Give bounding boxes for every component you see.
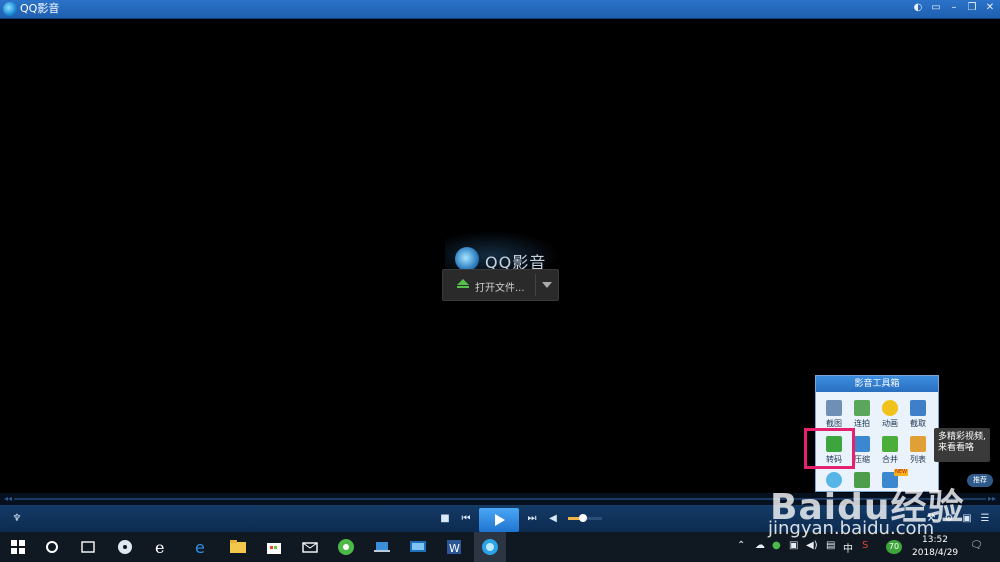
network-icon[interactable]: ▣ [789, 540, 798, 551]
browser-360-icon[interactable] [336, 537, 356, 557]
recommend-tip[interactable]: 多精彩视频,来看看咯 [934, 428, 990, 462]
store-icon[interactable] [264, 537, 284, 557]
laptop-app-icon[interactable] [372, 537, 392, 557]
next-button[interactable]: ⏭ [525, 512, 539, 526]
open-file-label: 打开文件... [475, 283, 525, 294]
smile-icon [882, 400, 898, 416]
volume-icon[interactable]: ◀ [546, 512, 560, 526]
volume-slider[interactable] [568, 514, 602, 522]
stop-button[interactable]: ■ [438, 512, 452, 526]
effects-icon[interactable]: ♆ [10, 512, 24, 526]
file-explorer-icon[interactable] [228, 537, 248, 557]
seek-forward-icon[interactable]: ▸▸ [988, 494, 996, 503]
qq-player-taskbar-icon[interactable] [480, 537, 500, 557]
score-badge[interactable]: 70 [886, 540, 902, 554]
eject-icon [457, 279, 469, 285]
window-title: QQ影音 [20, 2, 60, 15]
film-icon [910, 400, 926, 416]
open-file-dropdown-icon[interactable] [542, 282, 552, 288]
svg-text:e: e [155, 538, 164, 557]
cloud-icon[interactable]: ☁ [755, 540, 765, 551]
ie-icon[interactable]: e [152, 537, 172, 557]
seek-back-icon[interactable]: ◂◂ [4, 494, 12, 503]
volume-tray-icon[interactable]: ◀) [806, 540, 818, 551]
qq-player-logo-icon [3, 2, 17, 16]
security-icon[interactable]: ● [772, 540, 781, 551]
watermark-url: jingyan.baidu.com [768, 518, 935, 539]
sogou-icon[interactable]: S [862, 540, 868, 551]
minimize-button[interactable]: – [948, 2, 960, 14]
list-icon [910, 436, 926, 452]
playlist-icon[interactable]: ☰ [978, 512, 992, 526]
compress-icon [854, 436, 870, 452]
title-bar: QQ影音 ◐ ▭ – ❐ ✕ [0, 0, 1000, 19]
new-badge: NEW [894, 469, 908, 476]
edge-icon[interactable]: e [192, 537, 212, 557]
tool-merge[interactable]: 合并 [876, 434, 904, 470]
merge-icon [882, 436, 898, 452]
display-app-icon[interactable] [408, 537, 428, 557]
restore-button[interactable]: ❐ [966, 2, 978, 14]
word-icon[interactable]: W [444, 537, 464, 557]
qq-player-logo-icon [455, 247, 479, 271]
task-view-icon[interactable] [78, 537, 98, 557]
mini-mode-icon[interactable]: ▭ [930, 2, 942, 14]
grid-icon [854, 400, 870, 416]
previous-button[interactable]: ⏮ [459, 512, 473, 526]
start-icon[interactable] [8, 537, 28, 557]
svg-text:W: W [449, 542, 460, 555]
tray-expand-icon[interactable]: ⌃ [737, 540, 745, 551]
window-controls: ◐ ▭ – ❐ ✕ [912, 2, 996, 14]
app-tray-icon[interactable]: ▤ [826, 540, 835, 551]
mail-icon[interactable] [300, 537, 320, 557]
action-center-icon[interactable]: 🗨 [970, 540, 983, 551]
toolbox-title: 影音工具箱 [816, 376, 938, 392]
tool-list[interactable]: 列表 [904, 434, 932, 470]
close-button[interactable]: ✕ [984, 2, 996, 14]
open-file-button[interactable]: 打开文件... [442, 269, 559, 301]
highlight-box [804, 428, 855, 469]
volume-knob[interactable] [579, 514, 588, 522]
ime-indicator[interactable]: 中 [843, 540, 853, 555]
play-button[interactable] [479, 508, 519, 532]
tool-animation[interactable]: 动画 [876, 398, 904, 434]
recommend-button[interactable]: 推荐 [967, 474, 993, 487]
skin-icon[interactable]: ◐ [912, 2, 924, 14]
tool-clip[interactable]: 截取 [904, 398, 932, 434]
svg-text:e: e [195, 538, 205, 557]
fan-app-icon[interactable] [115, 537, 135, 557]
camera-icon [826, 400, 842, 416]
clock-date: 2018/4/29 [912, 548, 959, 558]
cortana-icon[interactable] [42, 537, 62, 557]
